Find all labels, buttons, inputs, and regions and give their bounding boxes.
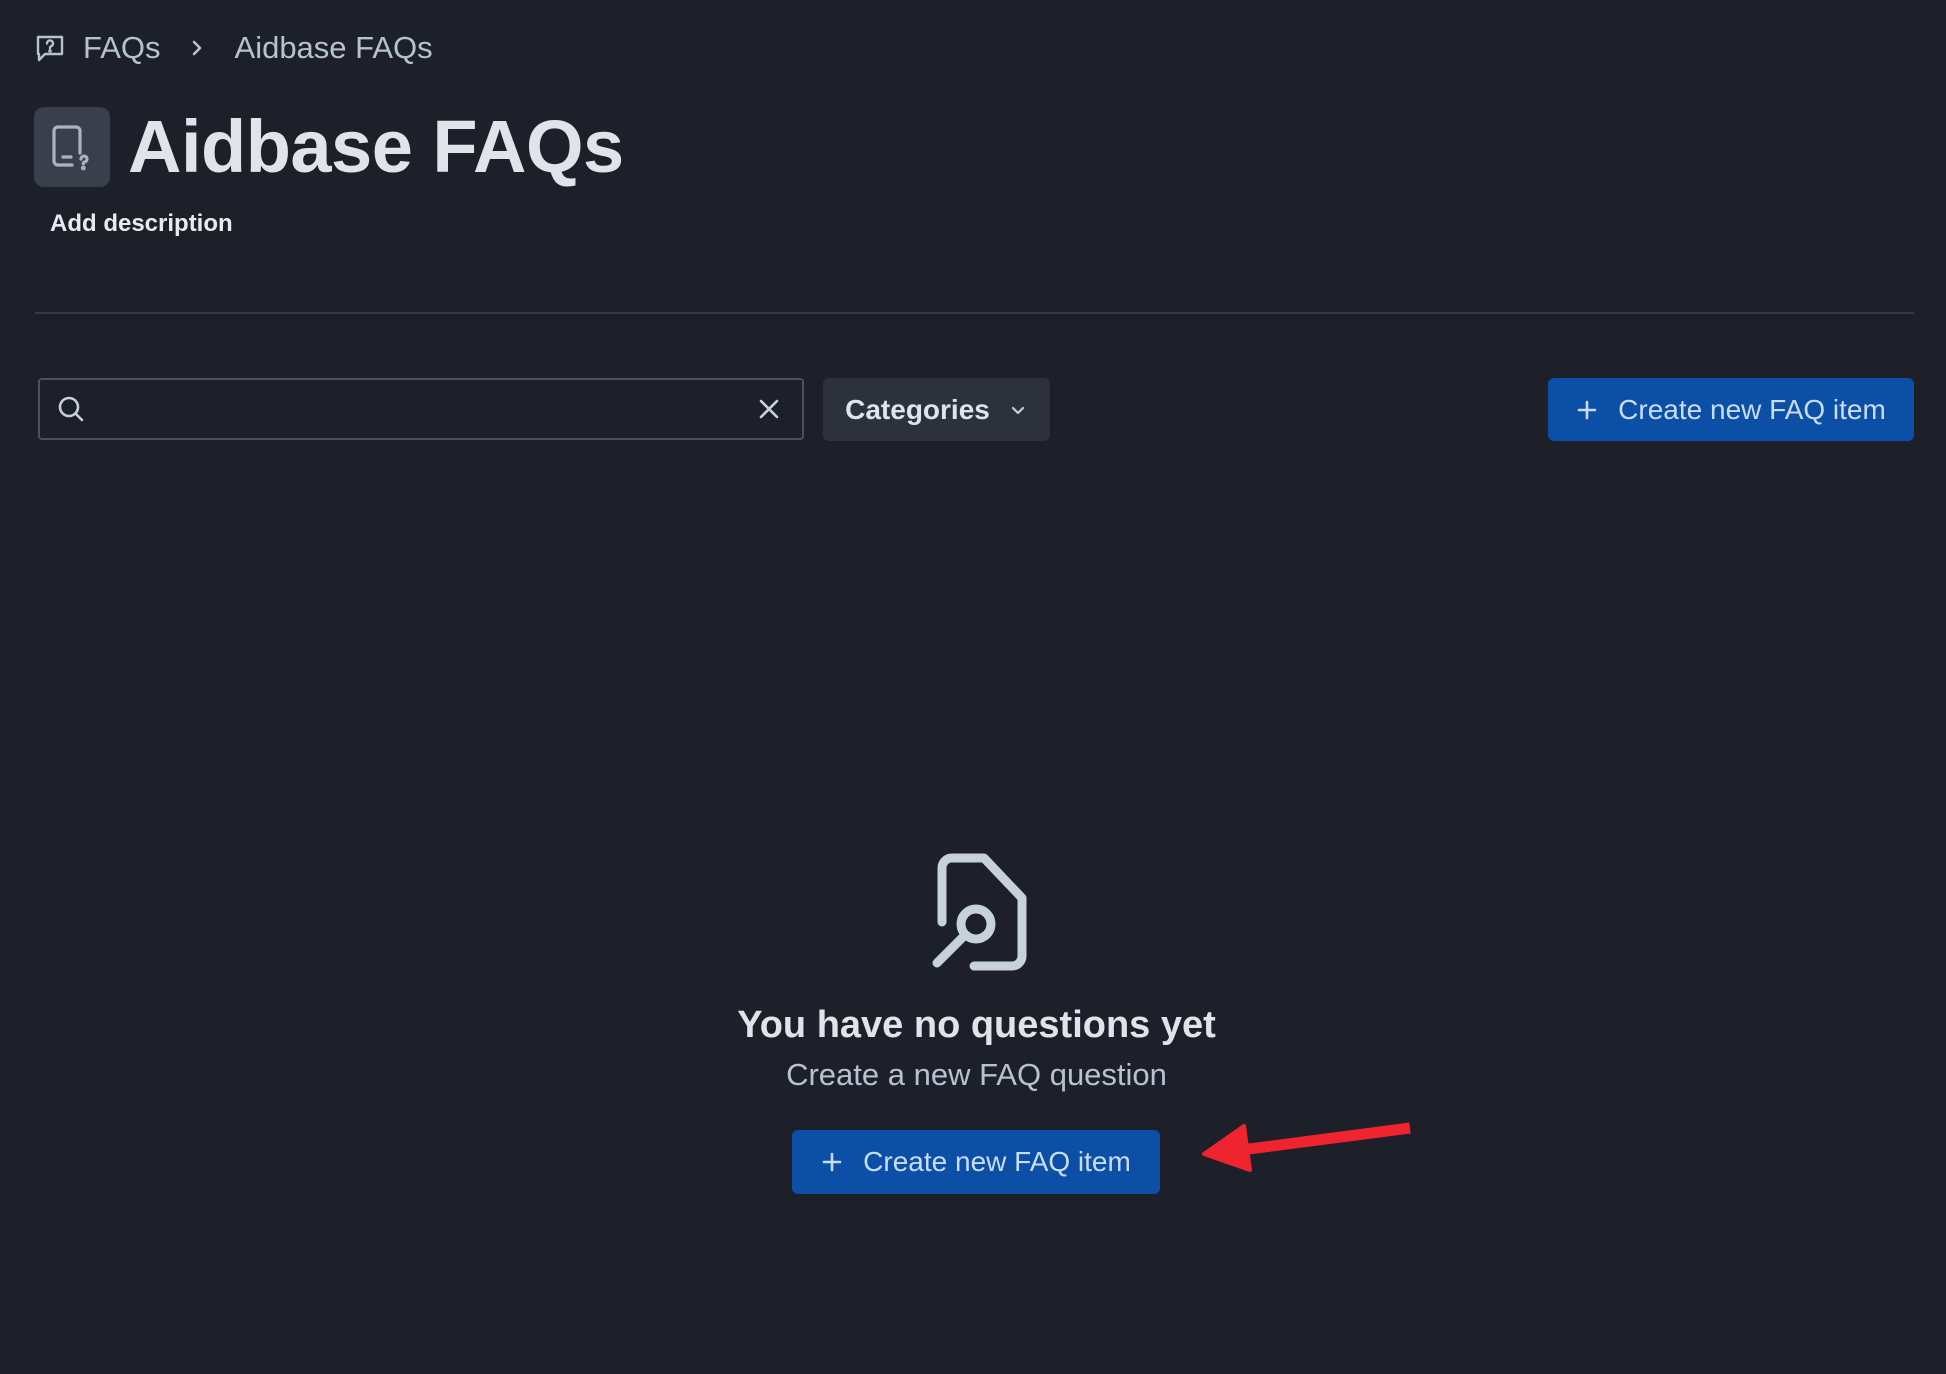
search-box [38,378,804,440]
create-faq-item-button[interactable]: Create new FAQ item [1548,378,1914,441]
create-faq-item-label: Create new FAQ item [1618,393,1886,425]
empty-state-create-faq-item-label: Create new FAQ item [863,1146,1131,1177]
breadcrumb-faqs-link[interactable]: FAQs [83,30,161,66]
breadcrumb-current[interactable]: Aidbase FAQs [235,30,433,66]
add-description-link[interactable]: Add description [50,210,233,238]
empty-state-subtitle: Create a new FAQ question [786,1057,1167,1092]
close-icon[interactable] [756,396,782,422]
header-divider [35,312,1914,314]
plus-icon [821,1151,843,1173]
search-input[interactable] [96,394,756,424]
plus-icon [1576,399,1598,421]
faq-book-icon [35,33,65,63]
categories-label: Categories [845,393,990,425]
search-icon [56,394,86,424]
empty-state-create-faq-item-button[interactable]: Create new FAQ item [792,1130,1160,1194]
categories-dropdown[interactable]: Categories [823,378,1050,441]
empty-state-title: You have no questions yet [737,1004,1216,1046]
chevron-right-icon [183,34,211,62]
red-arrow-annotation [1196,1118,1414,1174]
faq-document-icon [34,106,110,187]
page-header: Aidbase FAQs [34,104,624,189]
file-search-icon [922,850,1032,976]
breadcrumb: FAQs Aidbase FAQs [35,28,433,68]
chevron-down-icon [1008,400,1028,420]
page-title: Aidbase FAQs [128,105,624,188]
